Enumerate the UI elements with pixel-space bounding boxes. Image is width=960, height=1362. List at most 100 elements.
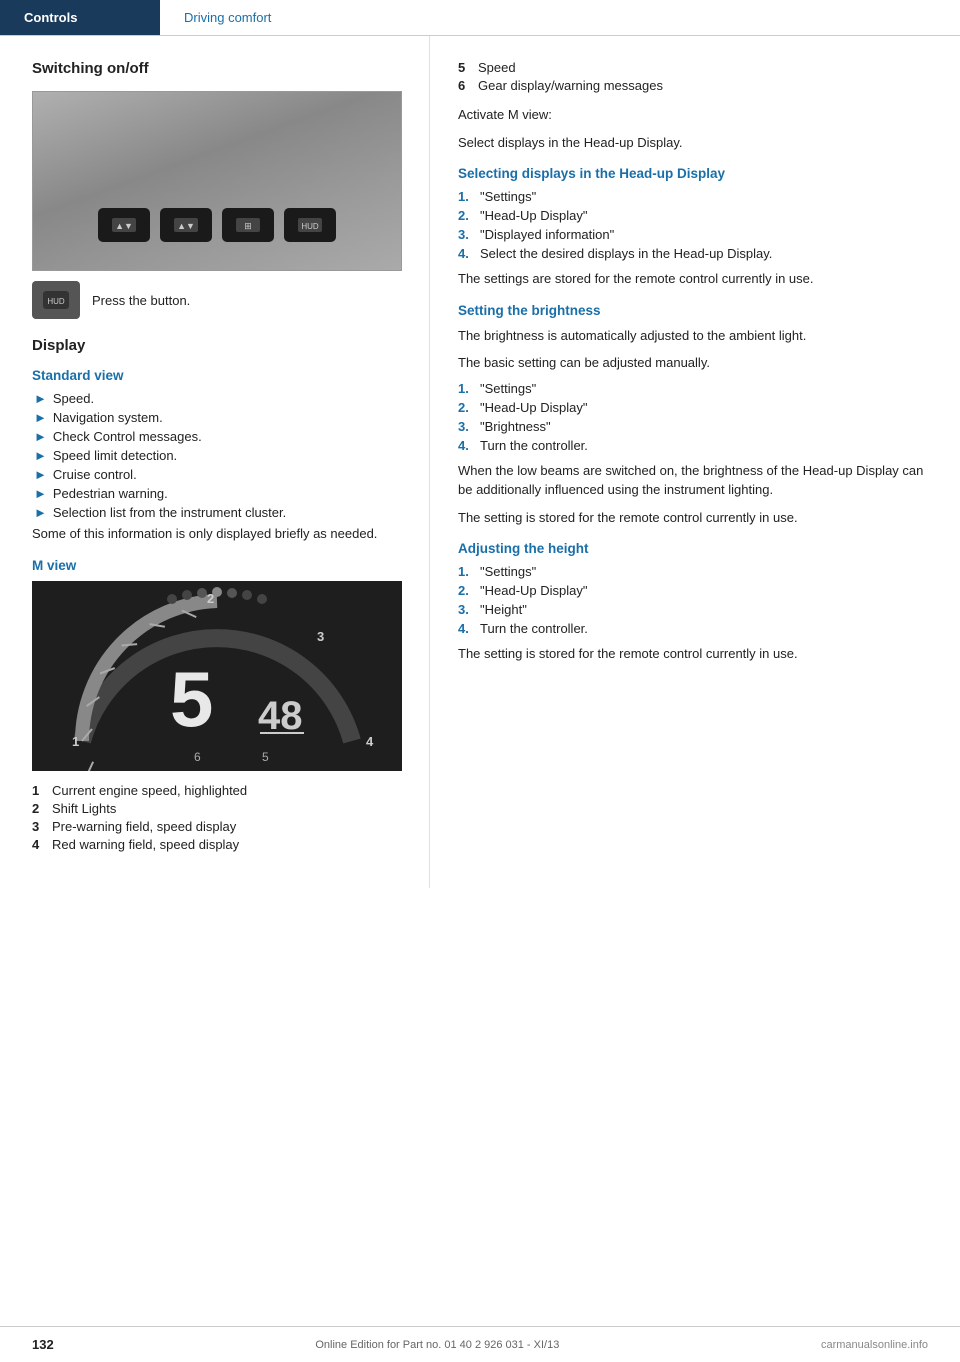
brightness-num-4: 4.: [458, 438, 480, 453]
item-num-3: 3: [32, 819, 52, 834]
ctrl-btn-icon-1: ▲▼: [110, 215, 138, 235]
height-num-3: 3.: [458, 602, 480, 617]
brightness-text-2: The basic setting can be adjusted manual…: [458, 353, 936, 373]
bullet-check: ► Check Control messages.: [32, 429, 405, 444]
selecting-num-3: 3.: [458, 227, 480, 242]
logo-text: carmanualsonline.info: [821, 1339, 928, 1351]
selecting-text-1: "Settings": [480, 189, 536, 204]
brightness-step-1: 1. "Settings": [458, 381, 936, 396]
item-num-1: 1: [32, 783, 52, 798]
item-num-2: 2: [32, 801, 52, 816]
selecting-steps: 1. "Settings" 2. "Head-Up Display" 3. "D…: [458, 189, 936, 261]
brightness-num-2: 2.: [458, 400, 480, 415]
item-5-text: Speed: [478, 60, 516, 75]
items-5-6: 5 Speed 6 Gear display/warning messages: [458, 60, 936, 93]
svg-text:⊞: ⊞: [244, 221, 252, 231]
svg-text:3: 3: [317, 629, 324, 644]
brightness-text-1: The brightness is automatically adjusted…: [458, 326, 936, 346]
brightness-text-step-4: Turn the controller.: [480, 438, 588, 453]
bullet-selection: ► Selection list from the instrument clu…: [32, 505, 405, 520]
svg-text:▲▼: ▲▼: [115, 221, 133, 231]
standard-view-bullets: ► Speed. ► Navigation system. ► Check Co…: [32, 391, 405, 520]
item-5-num: 5: [458, 60, 478, 75]
selecting-text-4: Select the desired displays in the Head-…: [480, 246, 772, 261]
height-step-3: 3. "Height": [458, 602, 936, 617]
height-num-1: 1.: [458, 564, 480, 579]
driving-comfort-label: Driving comfort: [184, 10, 271, 25]
bullet-text-3: Check Control messages.: [53, 429, 202, 444]
svg-text:HUD: HUD: [301, 222, 319, 231]
press-button-text: Press the button.: [92, 293, 190, 308]
standard-view-title: Standard view: [32, 368, 405, 383]
bullet-arrow-2: ►: [34, 410, 47, 425]
selecting-displays-title: Selecting displays in the Head-up Displa…: [458, 166, 936, 181]
m-view-items: 1 Current engine speed, highlighted 2 Sh…: [32, 783, 405, 852]
header-driving-tab: Driving comfort: [160, 0, 295, 35]
brightness-num-1: 1.: [458, 381, 480, 396]
height-num-2: 2.: [458, 583, 480, 598]
setting-brightness-title: Setting the brightness: [458, 303, 936, 318]
right-column: 5 Speed 6 Gear display/warning messages …: [430, 36, 960, 888]
brightness-text-step-1: "Settings": [480, 381, 536, 396]
activate-m-view-sub: Select displays in the Head-up Display.: [458, 133, 936, 153]
selecting-num-1: 1.: [458, 189, 480, 204]
standard-view-note: Some of this information is only display…: [32, 524, 405, 544]
selecting-num-2: 2.: [458, 208, 480, 223]
ctrl-btn-2: ▲▼: [160, 208, 212, 242]
item-num-4: 4: [32, 837, 52, 852]
bullet-arrow-5: ►: [34, 467, 47, 482]
brightness-text-step-2: "Head-Up Display": [480, 400, 588, 415]
bullet-text-7: Selection list from the instrument clust…: [53, 505, 286, 520]
display-title: Display: [32, 337, 405, 354]
item-6-text: Gear display/warning messages: [478, 78, 663, 93]
svg-text:48: 48: [258, 694, 303, 738]
item-text-1: Current engine speed, highlighted: [52, 783, 247, 798]
ctrl-btn-3: ⊞: [222, 208, 274, 242]
selecting-text-2: "Head-Up Display": [480, 208, 588, 223]
svg-text:5: 5: [262, 750, 269, 764]
svg-text:HUD: HUD: [47, 297, 65, 306]
gauge-svg: 1 2 3 4 5 48 6 5: [32, 581, 402, 771]
ctrl-btn-1: ▲▼: [98, 208, 150, 242]
svg-text:▲▼: ▲▼: [177, 221, 195, 231]
ctrl-btn-4: HUD: [284, 208, 336, 242]
height-num-4: 4.: [458, 621, 480, 636]
controls-photo: ▲▼ ▲▼ ⊞: [32, 91, 402, 271]
selecting-text-3: "Displayed information": [480, 227, 614, 242]
selecting-num-4: 4.: [458, 246, 480, 261]
svg-text:5: 5: [170, 655, 213, 743]
bullet-arrow-7: ►: [34, 505, 47, 520]
svg-text:2: 2: [207, 591, 214, 606]
brightness-step-3: 3. "Brightness": [458, 419, 936, 434]
item-5: 5 Speed: [458, 60, 936, 75]
bullet-text-2: Navigation system.: [53, 410, 163, 425]
svg-text:6: 6: [194, 750, 201, 764]
left-column: Switching on/off ▲▼ ▲▼: [0, 36, 430, 888]
item-text-2: Shift Lights: [52, 801, 116, 816]
height-text-4: Turn the controller.: [480, 621, 588, 636]
height-text-3: "Height": [480, 602, 527, 617]
switching-title: Switching on/off: [32, 60, 405, 77]
svg-text:1: 1: [72, 734, 79, 749]
height-step-2: 2. "Head-Up Display": [458, 583, 936, 598]
main-content: Switching on/off ▲▼ ▲▼: [0, 36, 960, 888]
bullet-arrow-1: ►: [34, 391, 47, 406]
height-note: The setting is stored for the remote con…: [458, 644, 936, 664]
bullet-nav: ► Navigation system.: [32, 410, 405, 425]
controls-buttons-row: ▲▼ ▲▼ ⊞: [98, 208, 336, 242]
m-view-title: M view: [32, 558, 405, 573]
m-view-gauge: 1 2 3 4 5 48 6 5: [32, 581, 402, 771]
bullet-pedestrian: ► Pedestrian warning.: [32, 486, 405, 501]
bullet-text-1: Speed.: [53, 391, 94, 406]
item-text-4: Red warning field, speed display: [52, 837, 239, 852]
height-steps: 1. "Settings" 2. "Head-Up Display" 3. "H…: [458, 564, 936, 636]
m-view-item-3: 3 Pre-warning field, speed display: [32, 819, 405, 834]
activate-m-view-text: Activate M view:: [458, 105, 936, 125]
selecting-step-1: 1. "Settings": [458, 189, 936, 204]
header-controls-tab: Controls: [0, 0, 160, 35]
bullet-arrow-4: ►: [34, 448, 47, 463]
brightness-step-4: 4. Turn the controller.: [458, 438, 936, 453]
item-6-num: 6: [458, 78, 478, 93]
page-header: Controls Driving comfort: [0, 0, 960, 36]
page-footer: 132 Online Edition for Part no. 01 40 2 …: [0, 1326, 960, 1362]
